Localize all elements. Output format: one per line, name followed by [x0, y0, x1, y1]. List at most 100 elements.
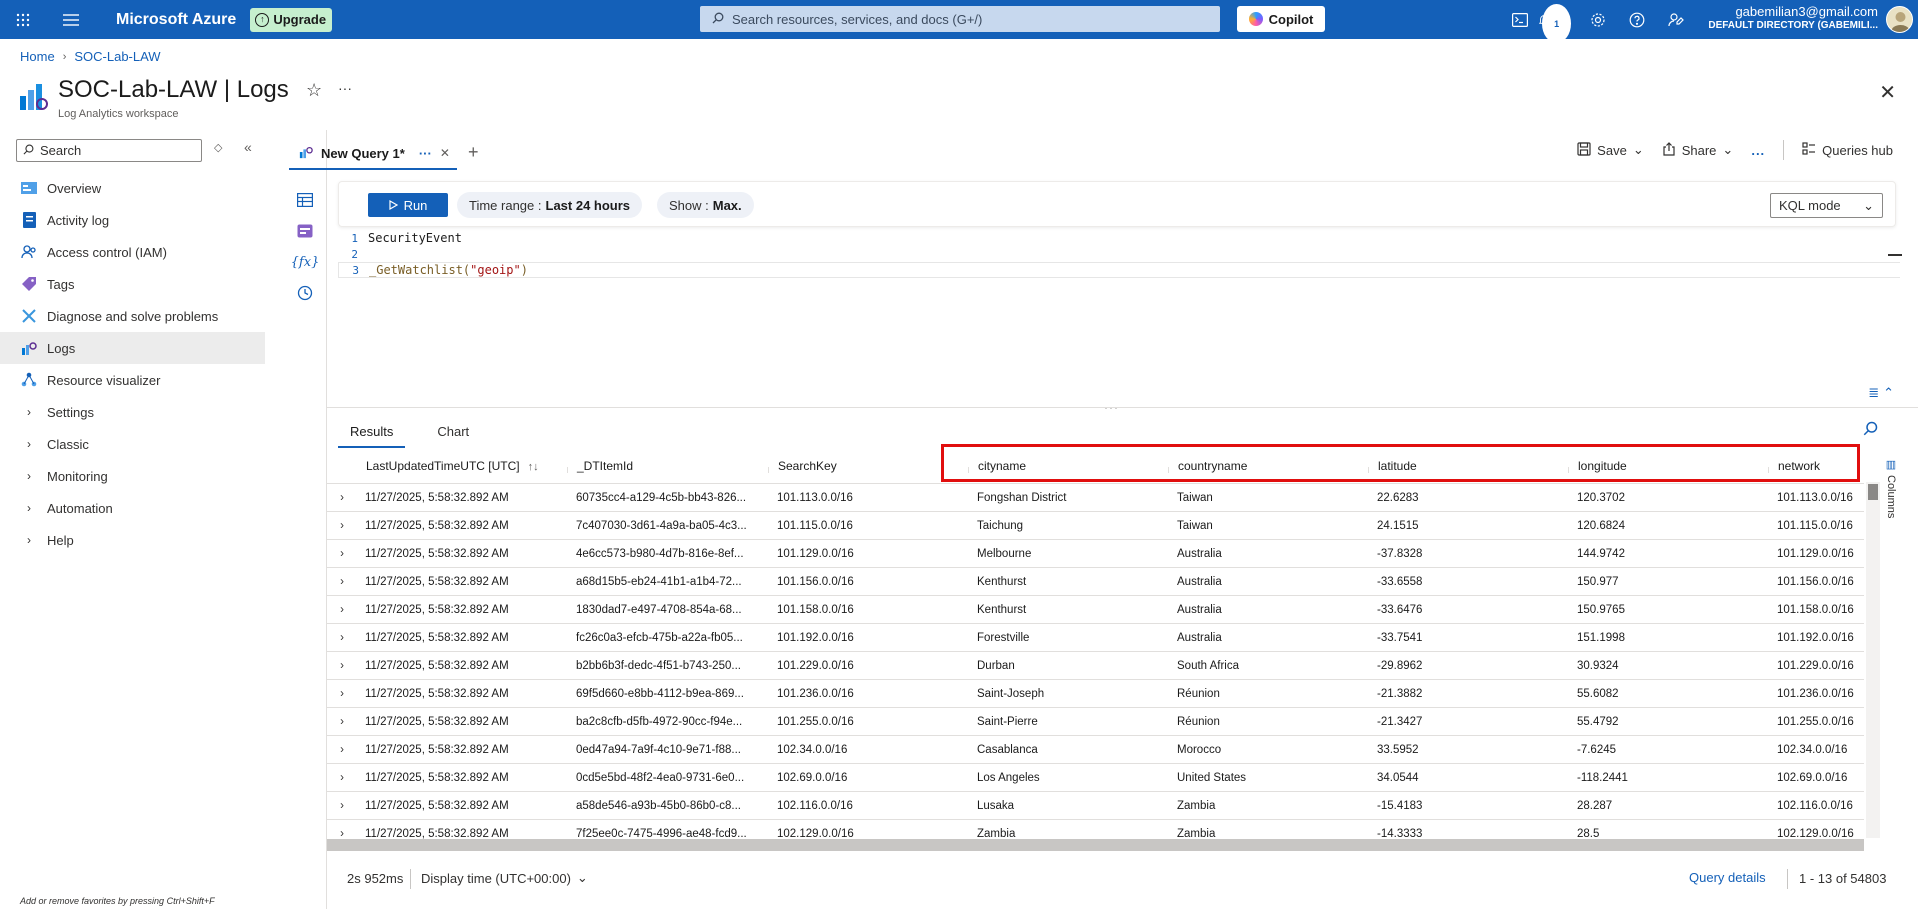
column-header[interactable]: SearchKey	[769, 458, 969, 473]
row-expand-chevron-icon[interactable]: ›	[327, 828, 357, 840]
collapse-editor-icon[interactable]: ⌃	[1883, 385, 1894, 401]
account-info[interactable]: gabemilian3@gmail.com DEFAULT DIRECTORY …	[1708, 5, 1878, 33]
sidebar-search-input[interactable]: Search	[16, 139, 202, 162]
column-header[interactable]: LastUpdatedTimeUTC [UTC] ↑↓	[357, 458, 568, 473]
row-expand-chevron-icon[interactable]: ›	[327, 716, 357, 728]
functions-icon[interactable]: {fx}	[291, 252, 320, 272]
sidebar-item-tags[interactable]: Tags	[0, 268, 265, 300]
table-row[interactable]: › 11/27/2025, 5:58:32.892 AM 7c407030-3d61…	[327, 512, 1864, 540]
sidebar-item-automation[interactable]: › Automation	[0, 492, 265, 524]
format-query-icon[interactable]: ≣	[1868, 385, 1879, 401]
table-row[interactable]: › 11/27/2025, 5:58:32.892 AM 0ed47a94-7a9f…	[327, 736, 1864, 764]
breadcrumb-workspace[interactable]: SOC-Lab-LAW	[74, 49, 160, 64]
breadcrumb-home[interactable]: Home	[20, 49, 55, 64]
share-button[interactable]: Share ⌄	[1662, 141, 1733, 159]
more-actions-button[interactable]: ...	[1751, 143, 1765, 158]
results-search-icon[interactable]	[1863, 421, 1878, 440]
column-header[interactable]: longitude	[1569, 458, 1769, 473]
results-divider	[327, 407, 1918, 408]
tab-new-query[interactable]: New Query 1* ··· ✕	[289, 138, 457, 170]
table-row[interactable]: › 11/27/2025, 5:58:32.892 AM fc26c0a3-efcb…	[327, 624, 1864, 652]
sidebar-item-iam[interactable]: Access control (IAM)	[0, 236, 265, 268]
brand-title[interactable]: Microsoft Azure	[116, 11, 236, 29]
table-row[interactable]: › 11/27/2025, 5:58:32.892 AM ba2c8cfb-d5fb…	[327, 708, 1864, 736]
vertical-scrollbar[interactable]	[1866, 482, 1880, 838]
table-row[interactable]: › 11/27/2025, 5:58:32.892 AM 69f5d660-e8bb…	[327, 680, 1864, 708]
tab-close-icon[interactable]: ✕	[440, 146, 450, 160]
run-button[interactable]: Run	[368, 193, 448, 217]
copilot-button[interactable]: Copilot	[1237, 6, 1325, 32]
tab-chart[interactable]: Chart	[425, 420, 481, 448]
row-expand-chevron-icon[interactable]: ›	[327, 632, 357, 644]
help-question-icon[interactable]	[1617, 0, 1656, 39]
sidebar-item-diagnose[interactable]: Diagnose and solve problems	[0, 300, 265, 332]
row-expand-chevron-icon[interactable]: ›	[327, 492, 357, 504]
column-header[interactable]: cityname	[969, 458, 1169, 473]
row-expand-chevron-icon[interactable]: ›	[327, 604, 357, 616]
table-cell: a58de546-a93b-45b0-86b0-c8...	[576, 799, 741, 812]
save-button[interactable]: Save ⌄	[1577, 141, 1644, 159]
table-cell: -118.2441	[1577, 771, 1628, 784]
column-header[interactable]: latitude	[1369, 458, 1569, 473]
table-row[interactable]: › 11/27/2025, 5:58:32.892 AM 4e6cc573-b980…	[327, 540, 1864, 568]
sidebar-item-help[interactable]: › Help	[0, 524, 265, 556]
sidebar-item-monitoring[interactable]: › Monitoring	[0, 460, 265, 492]
row-expand-chevron-icon[interactable]: ›	[327, 548, 357, 560]
display-time-select[interactable]: Display time (UTC+00:00) ⌄	[421, 870, 588, 886]
row-expand-chevron-icon[interactable]: ›	[327, 520, 357, 532]
table-row[interactable]: › 11/27/2025, 5:58:32.892 AM a68d15b5-eb24…	[327, 568, 1864, 596]
notifications-bell-icon[interactable]: 1	[1539, 0, 1578, 43]
feedback-icon[interactable]	[1656, 0, 1695, 39]
hamburger-menu-icon[interactable]	[46, 0, 96, 39]
column-header[interactable]: network	[1769, 458, 1864, 473]
table-row[interactable]: › 11/27/2025, 5:58:32.892 AM b2bb6b3f-dedc…	[327, 652, 1864, 680]
sidebar-item-resource-visualizer[interactable]: Resource visualizer	[0, 364, 265, 396]
columns-panel-toggle[interactable]: ▥ Columns	[1882, 458, 1900, 538]
row-expand-chevron-icon[interactable]: ›	[327, 660, 357, 672]
cloud-shell-icon[interactable]	[1500, 0, 1539, 39]
add-tab-icon[interactable]: +	[468, 142, 479, 163]
query-editor[interactable]: 1 SecurityEvent 2 3 _GetWatchlist("geoip…	[338, 230, 1900, 405]
upgrade-button[interactable]: ↑ Upgrade	[250, 7, 333, 32]
table-cell: Australia	[1177, 547, 1222, 560]
favorite-star-icon[interactable]: ☆	[306, 80, 322, 101]
queries-hub-button[interactable]: Queries hub	[1802, 141, 1893, 159]
row-expand-chevron-icon[interactable]: ›	[327, 772, 357, 784]
tab-more-icon[interactable]: ···	[419, 146, 432, 161]
time-range-picker[interactable]: Time range : Last 24 hours	[457, 192, 643, 218]
queries-icon[interactable]	[295, 221, 315, 241]
row-expand-chevron-icon[interactable]: ›	[327, 688, 357, 700]
portal-menu-grid-icon[interactable]	[0, 0, 46, 39]
sidebar-item-classic[interactable]: › Classic	[0, 428, 265, 460]
table-row[interactable]: › 11/27/2025, 5:58:32.892 AM 60735cc4-a129…	[327, 484, 1864, 512]
scroll-thumb[interactable]	[1868, 484, 1878, 500]
global-search-input[interactable]: Search resources, services, and docs (G+…	[700, 6, 1220, 32]
expand-collapse-icon[interactable]: ◇	[214, 141, 222, 154]
tab-results[interactable]: Results	[338, 420, 406, 448]
horizontal-scrollbar[interactable]	[327, 839, 1864, 851]
sidebar-item-overview[interactable]: Overview	[0, 172, 265, 204]
kql-mode-select[interactable]: KQL mode ⌄	[1770, 193, 1883, 218]
settings-gear-icon[interactable]	[1578, 0, 1617, 39]
column-header[interactable]: _DTItemId	[568, 458, 769, 473]
sidebar-item-logs[interactable]: Logs	[0, 332, 265, 364]
history-icon[interactable]	[295, 283, 315, 303]
avatar[interactable]	[1886, 6, 1913, 33]
column-header[interactable]: countryname	[1169, 458, 1369, 473]
sidebar-item-settings[interactable]: › Settings	[0, 396, 265, 428]
table-row[interactable]: › 11/27/2025, 5:58:32.892 AM a58de546-a93b…	[327, 792, 1864, 820]
sort-icon[interactable]: ↑↓	[528, 461, 539, 473]
table-cell: 101.115.0.0/16	[777, 519, 853, 532]
close-icon[interactable]: ✕	[1879, 80, 1896, 105]
collapse-sidebar-icon[interactable]: «	[244, 139, 252, 155]
table-row[interactable]: › 11/27/2025, 5:58:32.892 AM 1830dad7-e497…	[327, 596, 1864, 624]
row-expand-chevron-icon[interactable]: ›	[327, 576, 357, 588]
show-limit-picker[interactable]: Show : Max.	[657, 192, 754, 218]
sidebar-item-activity-log[interactable]: Activity log	[0, 204, 265, 236]
more-options-icon[interactable]: ···	[338, 80, 352, 96]
row-expand-chevron-icon[interactable]: ›	[327, 744, 357, 756]
tables-icon[interactable]	[295, 190, 315, 210]
table-row[interactable]: › 11/27/2025, 5:58:32.892 AM 0cd5e5bd-48f2…	[327, 764, 1864, 792]
row-expand-chevron-icon[interactable]: ›	[327, 800, 357, 812]
query-details-link[interactable]: Query details	[1689, 870, 1766, 885]
